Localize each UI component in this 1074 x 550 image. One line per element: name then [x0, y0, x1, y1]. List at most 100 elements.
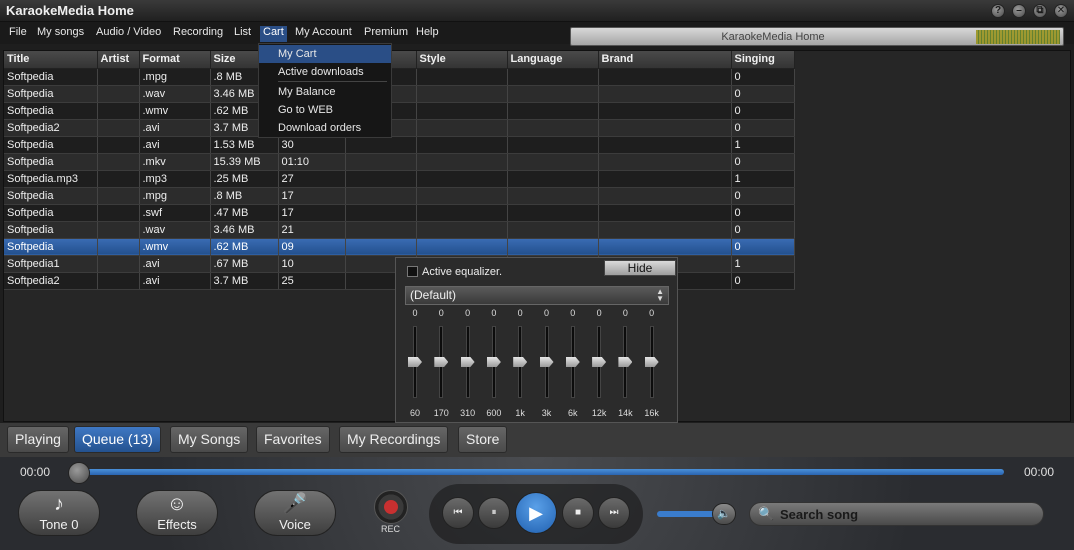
next-icon[interactable]: ⏭: [598, 497, 630, 529]
tab-my-songs[interactable]: My Songs: [170, 426, 249, 453]
menu-my-songs[interactable]: My songs: [34, 26, 87, 42]
table-row[interactable]: Softpedia .wmv .62 MB 0: [4, 102, 795, 120]
voice-button[interactable]: 🎤 Voice: [254, 490, 336, 536]
active-equalizer-checkbox[interactable]: [407, 266, 418, 277]
table-cell: [598, 119, 732, 137]
help-button[interactable]: ?: [991, 4, 1005, 18]
table-cell: .25 MB: [210, 170, 279, 188]
speaker-icon[interactable]: 🔈: [712, 503, 736, 525]
table-cell: [598, 204, 732, 222]
table-cell: [97, 102, 140, 120]
menu-recording[interactable]: Recording: [170, 26, 226, 42]
table-row[interactable]: Softpedia .avi 1.53 MB 30 1: [4, 136, 795, 154]
table-cell: [507, 204, 599, 222]
equalizer-preset-select[interactable]: (Default) ▲ ▼: [405, 286, 669, 305]
eq-slider-knob[interactable]: [460, 357, 475, 367]
table-cell: [598, 238, 732, 256]
eq-slider-knob[interactable]: [539, 357, 554, 367]
table-row[interactable]: Softpedia .wav 3.46 MB 21 0: [4, 221, 795, 239]
table-row[interactable]: Softpedia .mkv 15.39 MB 01:10 0: [4, 153, 795, 171]
table-cell: [97, 272, 140, 290]
table-cell: [97, 153, 140, 171]
col-language[interactable]: Language: [507, 51, 599, 69]
table-row[interactable]: Softpedia .mpg .8 MB 17 0: [4, 187, 795, 205]
tab-favorites[interactable]: Favorites: [256, 426, 330, 453]
eq-slider-knob[interactable]: [592, 357, 607, 367]
record-button[interactable]: [374, 490, 408, 524]
menu-list[interactable]: List: [231, 26, 254, 42]
eq-slider-knob[interactable]: [434, 357, 449, 367]
table-row[interactable]: Softpedia .wmv .62 MB 09 0: [4, 238, 795, 256]
menu-audio-video[interactable]: Audio / Video: [93, 26, 164, 42]
table-cell: 0: [731, 238, 795, 256]
tone-button[interactable]: ♪ Tone 0: [18, 490, 100, 536]
eq-slider-knob[interactable]: [565, 357, 580, 367]
cart-menu-my-balance[interactable]: My Balance: [259, 83, 391, 101]
table-cell: 21: [278, 221, 346, 239]
table-cell: [345, 187, 417, 205]
pause-icon[interactable]: ⏸: [478, 497, 510, 529]
table-cell: [416, 68, 508, 86]
updown-arrow-icon: ▲ ▼: [656, 287, 664, 303]
col-style[interactable]: Style: [416, 51, 508, 69]
col-singing[interactable]: Singing: [731, 51, 795, 69]
table-row[interactable]: Softpedia .wav 3.46 MB 0: [4, 85, 795, 103]
effects-label: Effects: [157, 517, 197, 532]
eq-slider-knob[interactable]: [618, 357, 633, 367]
table-cell: .mpg: [139, 187, 211, 205]
table-cell: [97, 68, 140, 86]
table-row[interactable]: Softpedia .swf .47 MB 17 0: [4, 204, 795, 222]
smiley-icon: ☺: [166, 493, 188, 515]
table-row[interactable]: Softpedia.mp3 .mp3.25 MB 27 1: [4, 170, 795, 188]
progress-bar[interactable]: [78, 469, 1004, 475]
close-button[interactable]: ✕: [1054, 4, 1068, 18]
table-cell: .wav: [139, 221, 211, 239]
col-artist[interactable]: Artist: [97, 51, 140, 69]
table-cell: [345, 204, 417, 222]
music-note-icon: ♪: [54, 493, 64, 515]
table-cell: [416, 204, 508, 222]
eq-slider-knob[interactable]: [644, 357, 659, 367]
table-cell: .swf: [139, 204, 211, 222]
search-input[interactable]: [780, 506, 1030, 522]
table-cell: .wmv: [139, 238, 211, 256]
table-cell: 17: [278, 187, 346, 205]
table-row[interactable]: Softpedia2 .avi 3.7 MB 0: [4, 119, 795, 137]
eq-slider-knob[interactable]: [486, 357, 501, 367]
hide-equalizer-button[interactable]: Hide: [604, 260, 676, 276]
eq-slider-knob[interactable]: [408, 357, 422, 367]
col-title[interactable]: Title: [4, 51, 98, 69]
tab-store[interactable]: Store: [458, 426, 508, 453]
table-cell: Softpedia1: [4, 255, 98, 273]
menu-premium[interactable]: Premium: [361, 26, 411, 42]
col-format[interactable]: Format: [139, 51, 211, 69]
previous-icon[interactable]: ⏮: [442, 497, 474, 529]
minimize-button[interactable]: –: [1012, 4, 1026, 18]
eq-slider-knob[interactable]: [513, 357, 528, 367]
menu-cart[interactable]: Cart: [260, 26, 287, 42]
search-box: 🔍: [749, 502, 1044, 526]
table-cell: [97, 204, 140, 222]
cart-menu-go-to-web[interactable]: Go to WEB: [259, 101, 391, 119]
table-cell: [97, 187, 140, 205]
menu-file[interactable]: File: [6, 26, 30, 42]
table-row[interactable]: Softpedia .mpg .8 MB 0: [4, 68, 795, 86]
table-cell: Softpedia: [4, 204, 98, 222]
cart-menu-my-cart[interactable]: My Cart: [259, 45, 391, 63]
cart-menu-active-downloads[interactable]: Active downloads: [259, 63, 391, 81]
progress-knob[interactable]: [68, 462, 90, 484]
tab-my-recordings[interactable]: My Recordings: [339, 426, 449, 453]
stop-icon[interactable]: ■: [562, 497, 594, 529]
eq-band: 0 60: [402, 308, 428, 420]
table-cell: Softpedia: [4, 102, 98, 120]
tab-playing[interactable]: Playing: [7, 426, 69, 453]
col-brand[interactable]: Brand: [598, 51, 732, 69]
tab-queue[interactable]: Queue (13): [74, 426, 161, 453]
menu-my-account[interactable]: My Account: [292, 26, 355, 42]
maximize-button[interactable]: ⧉: [1033, 4, 1047, 18]
play-icon[interactable]: ▶: [515, 492, 557, 534]
volume-slider[interactable]: [657, 511, 719, 517]
cart-menu-download-orders[interactable]: Download orders: [259, 119, 391, 137]
menu-help[interactable]: Help: [413, 26, 442, 42]
effects-button[interactable]: ☺ Effects: [136, 490, 218, 536]
